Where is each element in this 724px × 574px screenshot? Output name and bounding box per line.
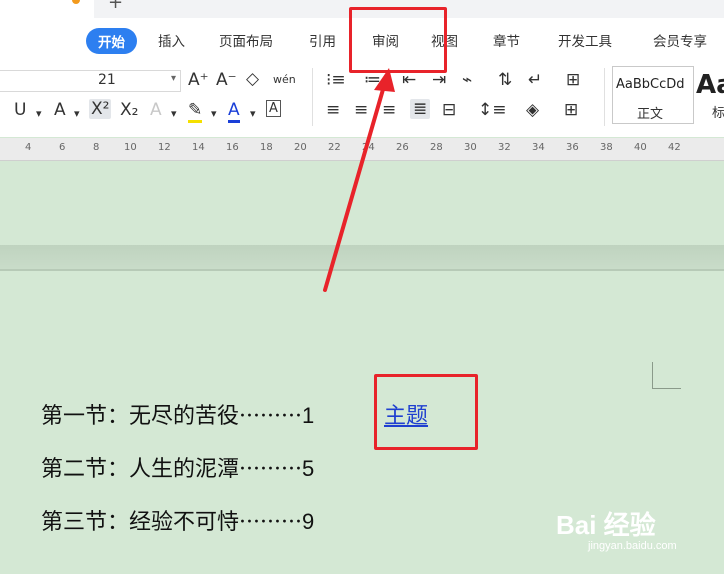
baidu-watermark-url: jingyan.baidu.com <box>588 540 677 552</box>
baidu-watermark-logo: Bai 经验 <box>556 510 656 540</box>
annotation-arrow <box>323 68 395 292</box>
